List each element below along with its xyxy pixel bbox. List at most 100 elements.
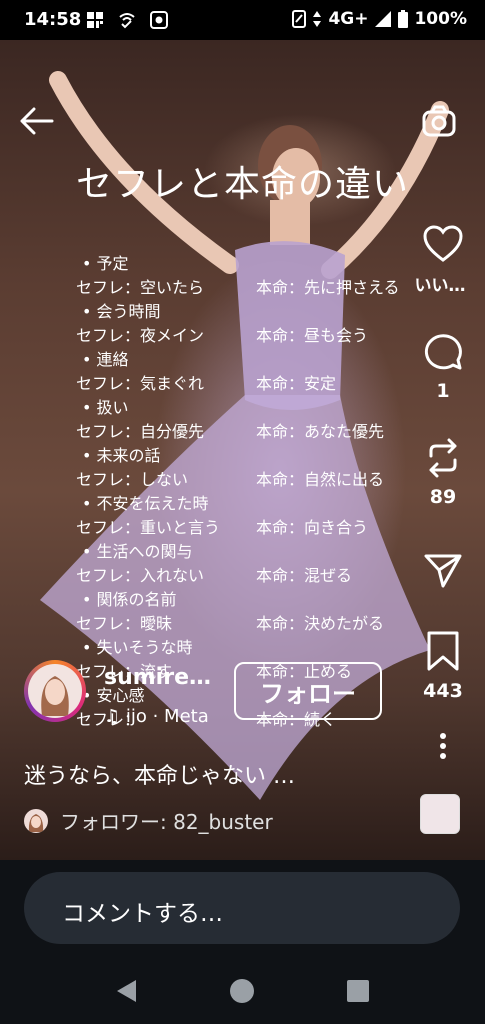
bullet-icon: • — [82, 302, 97, 321]
list-heading: • 不安を伝えた時 — [76, 492, 416, 516]
follow-button[interactable]: フォロー — [234, 662, 382, 720]
status-bar: 14:58 4G+ 100% — [0, 0, 485, 40]
comment-button[interactable]: 1 — [419, 332, 467, 402]
followers-label: フォロワー: 82_buster — [60, 810, 273, 834]
list-row: セフレ：空いたら 本命：先に押さえる — [76, 276, 416, 300]
sefure-value: セフレ：夜メイン — [76, 326, 205, 345]
comment-placeholder: コメントする… — [62, 901, 223, 927]
list-heading: • 連絡 — [76, 348, 416, 372]
heart-icon — [423, 225, 463, 262]
settings-icon — [150, 11, 168, 29]
heading-text: 会う時間 — [96, 302, 161, 321]
heading-text: 関係の名前 — [96, 590, 177, 609]
signal-icon — [375, 11, 392, 27]
caption[interactable]: 迷うなら、本命じゃない … — [24, 758, 295, 790]
list-heading: • 扱い — [76, 396, 416, 420]
sefure-value: セフレ：曖昧 — [76, 614, 173, 633]
comment-bubble-icon — [424, 334, 462, 370]
save-button[interactable]: 443 — [419, 630, 467, 702]
battery-level: 100% — [414, 9, 467, 29]
repost-count: 89 — [429, 486, 457, 508]
heading-text: 不安を伝えた時 — [96, 494, 209, 513]
heading-text: 生活への関与 — [96, 542, 193, 561]
bullet-icon: • — [82, 590, 97, 609]
list-heading: • 会う時間 — [76, 300, 416, 324]
sefure-value: セフレ：自分優先 — [76, 422, 205, 441]
bullet-icon: • — [82, 398, 97, 417]
more-vertical-icon — [440, 733, 446, 759]
reel-video[interactable]: セフレと本命の違い • 予定 セフレ：空いたら 本命：先に押さえる • 会う時間 セフレ… — [0, 40, 485, 860]
honmei-value: 本命：混ぜる — [256, 566, 353, 585]
nav-home-icon[interactable] — [229, 978, 255, 1004]
heading-text: 未来の話 — [96, 446, 161, 465]
avatar-image — [28, 664, 82, 718]
honmei-value: 本命：先に押さえる — [256, 278, 400, 297]
sefure-value: セフレ：気まぐれ — [76, 374, 205, 393]
list-row: セフレ：曖昧 本命：決めたがる — [76, 612, 416, 636]
like-button[interactable]: いい… — [415, 225, 467, 296]
save-count: 443 — [423, 680, 463, 702]
list-row: セフレ：重いと言う 本命：向き合う — [76, 516, 416, 540]
honmei-value: 本命：あなた優先 — [256, 422, 385, 441]
sefure-value: セフレ：空いたら — [76, 278, 205, 297]
grid-app-icon — [87, 12, 103, 28]
clock: 14:58 — [24, 9, 82, 30]
like-label: いい… — [414, 276, 466, 296]
music-info[interactable]: ♫ ijo · Meta — [104, 706, 209, 727]
camera-icon[interactable] — [421, 104, 457, 138]
honmei-value: 本命：昼も会う — [256, 326, 369, 345]
list-row: セフレ：夜メイン 本命：昼も会う — [76, 324, 416, 348]
follower-avatar — [24, 808, 48, 833]
sefure-value: セフレ：入れない — [76, 566, 205, 585]
more-options-button[interactable] — [419, 732, 467, 764]
list-row: セフレ：気まぐれ 本命：安定 — [76, 372, 416, 396]
avatar-illustration — [41, 676, 69, 716]
repost-icon — [429, 438, 457, 478]
sefure-value: セフレ：しない — [76, 470, 189, 489]
repost-button[interactable]: 89 — [419, 438, 467, 508]
sefure-value: セフレ：重いと言う — [76, 518, 221, 537]
video-title: セフレと本命の違い — [75, 164, 409, 205]
status-right: 4G+ 100% — [292, 9, 467, 29]
bullet-icon: • — [82, 494, 97, 513]
system-nav-bar — [0, 964, 485, 1024]
list-heading: • 未来の話 — [76, 444, 416, 468]
heading-text: 扱い — [96, 398, 129, 417]
data-arrows-icon — [313, 11, 322, 27]
list-heading: • 失いそうな時 — [76, 636, 416, 660]
list-row: セフレ：しない 本命：自然に出る — [76, 468, 416, 492]
username[interactable]: sumire… — [104, 665, 211, 690]
heading-text: 失いそうな時 — [96, 638, 193, 657]
honmei-value: 本命：安定 — [256, 374, 337, 393]
honmei-value: 本命：決めたがる — [256, 614, 385, 633]
bullet-icon: • — [82, 638, 97, 657]
battery-saver-icon — [292, 10, 307, 28]
list-row: セフレ：自分優先 本命：あなた優先 — [76, 420, 416, 444]
music-note-icon: ♫ — [104, 706, 126, 727]
audio-thumbnail[interactable] — [420, 794, 460, 834]
bullet-icon: • — [82, 542, 97, 561]
comment-input[interactable]: コメントする… — [24, 872, 460, 944]
bullet-icon: • — [82, 350, 97, 369]
avatar[interactable] — [24, 660, 86, 722]
honmei-value: 本命：自然に出る — [256, 470, 385, 489]
battery-icon — [398, 10, 409, 28]
list-row: セフレ：入れない 本命：混ぜる — [76, 564, 416, 588]
honmei-value: 本命：向き合う — [256, 518, 369, 537]
followers-row[interactable]: フォロワー: 82_buster — [24, 806, 273, 835]
share-button[interactable] — [419, 552, 467, 594]
heading-text: 予定 — [96, 254, 129, 273]
comparison-list: • 予定セフレ：空いたら 本命：先に押さえる • 会う時間セフレ：夜メイン 本命：昼も… — [76, 252, 416, 732]
nav-back-icon[interactable] — [114, 978, 140, 1004]
bullet-icon: • — [82, 254, 97, 273]
send-icon — [424, 554, 462, 588]
music-label: ijo · Meta — [125, 706, 209, 727]
back-arrow-icon[interactable] — [18, 106, 54, 136]
bookmark-icon — [427, 631, 459, 671]
wifi-calling-icon — [119, 13, 135, 29]
list-heading: • 予定 — [76, 252, 416, 276]
nav-recents-icon[interactable] — [346, 979, 370, 1003]
network-type: 4G+ — [328, 9, 369, 29]
comment-count: 1 — [436, 380, 450, 402]
bottom-bar: コメントする… — [0, 860, 485, 1024]
